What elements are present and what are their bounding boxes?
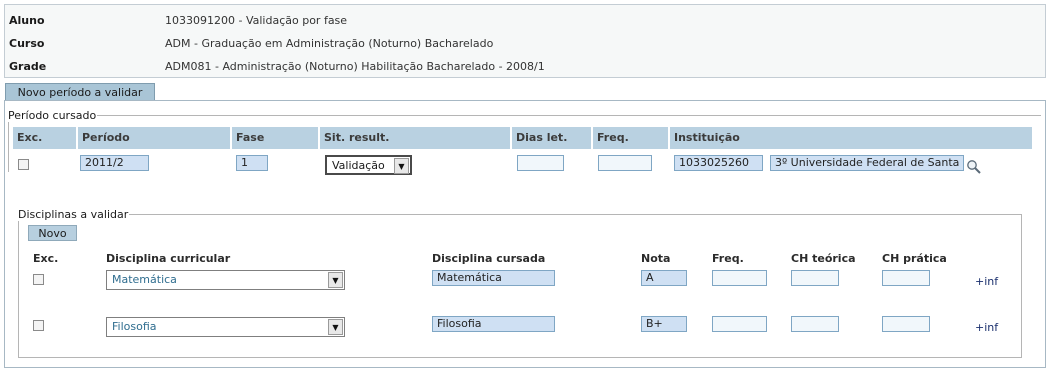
magnifier-icon[interactable] bbox=[966, 159, 982, 175]
disc-row-1-cursada-input[interactable]: Matemática bbox=[432, 270, 555, 286]
instituicao-codigo-input[interactable]: 1033025260 bbox=[674, 155, 763, 171]
disc-row-2-more-info-link[interactable]: +inf bbox=[975, 321, 998, 334]
disc-row-2-cursada-input[interactable]: Filosofia bbox=[432, 316, 555, 332]
dias-let-input[interactable] bbox=[517, 155, 564, 171]
col-dias-let: Dias let. bbox=[512, 127, 591, 149]
freq-input[interactable] bbox=[598, 155, 652, 171]
col-periodo: Período bbox=[78, 127, 230, 149]
instituicao-nome-input[interactable]: 3º Universidade Federal de Santa Catarin… bbox=[770, 155, 964, 171]
novo-periodo-tab[interactable]: Novo período a validar bbox=[5, 83, 155, 101]
curso-label: Curso bbox=[9, 37, 45, 50]
sit-result-select[interactable]: Validação ▼ bbox=[325, 155, 412, 175]
disciplinas-legend: Disciplinas a validar bbox=[18, 208, 129, 221]
disc-row-1-curricular-select[interactable]: Matemática ▼ bbox=[106, 270, 345, 290]
disc-row-1-freq-input[interactable] bbox=[712, 270, 767, 286]
periodo-exc-checkbox[interactable] bbox=[18, 159, 29, 170]
sit-result-value: Validação bbox=[332, 159, 385, 172]
disc-row-1-ch-pratica-input[interactable] bbox=[882, 270, 930, 286]
col-instituicao: Instituição bbox=[670, 127, 1032, 149]
disc-row-2-freq-input[interactable] bbox=[712, 316, 767, 332]
novo-disciplina-button[interactable]: Novo bbox=[28, 225, 77, 241]
student-info-panel: Aluno 1033091200 - Validação por fase Cu… bbox=[4, 4, 1046, 78]
disc-col-curricular: Disciplina curricular bbox=[106, 252, 231, 265]
disc-col-exc: Exc. bbox=[33, 252, 59, 265]
disc-row-2-curricular-select[interactable]: Filosofia ▼ bbox=[106, 317, 345, 337]
periodo-legend: Período cursado bbox=[8, 109, 97, 122]
col-freq: Freq. bbox=[593, 127, 668, 149]
chevron-down-icon[interactable]: ▼ bbox=[328, 319, 343, 335]
disc-row-1-more-info-link[interactable]: +inf bbox=[975, 275, 998, 288]
disc-row-2-ch-teorica-input[interactable] bbox=[791, 316, 839, 332]
curso-value: ADM - Graduação em Administração (Noturn… bbox=[165, 37, 494, 50]
validation-panel: Período cursado Exc. Período Fase Sit. r… bbox=[4, 100, 1046, 368]
aluno-label: Aluno bbox=[9, 14, 45, 27]
disc-col-cursada: Disciplina cursada bbox=[432, 252, 546, 265]
chevron-down-icon[interactable]: ▼ bbox=[394, 158, 409, 174]
col-sit-result: Sit. result. bbox=[320, 127, 510, 149]
grade-label: Grade bbox=[9, 60, 47, 73]
disc-col-nota: Nota bbox=[641, 252, 671, 265]
disc-col-ch-teorica: CH teórica bbox=[791, 252, 856, 265]
aluno-value: 1033091200 - Validação por fase bbox=[165, 14, 348, 27]
disc-row-2-curricular-value: Filosofia bbox=[112, 320, 157, 333]
disc-row-1-ch-teorica-input[interactable] bbox=[791, 270, 839, 286]
disc-row-2-ch-pratica-input[interactable] bbox=[882, 316, 930, 332]
chevron-down-icon[interactable]: ▼ bbox=[328, 272, 343, 288]
disc-row-1-exc-checkbox[interactable] bbox=[33, 274, 44, 285]
fase-input[interactable]: 1 bbox=[236, 155, 268, 171]
disc-row-2-nota-input[interactable]: B+ bbox=[641, 316, 687, 332]
grade-value: ADM081 - Administração (Noturno) Habilit… bbox=[165, 60, 545, 73]
disc-row-1-curricular-value: Matemática bbox=[112, 273, 177, 286]
disc-row-1-nota-input[interactable]: A bbox=[641, 270, 687, 286]
disc-col-ch-pratica: CH prática bbox=[882, 252, 947, 265]
disc-row-2-exc-checkbox[interactable] bbox=[33, 320, 44, 331]
periodo-input[interactable]: 2011/2 bbox=[80, 155, 149, 171]
disc-col-freq: Freq. bbox=[712, 252, 744, 265]
col-exc: Exc. bbox=[13, 127, 76, 149]
col-fase: Fase bbox=[232, 127, 318, 149]
